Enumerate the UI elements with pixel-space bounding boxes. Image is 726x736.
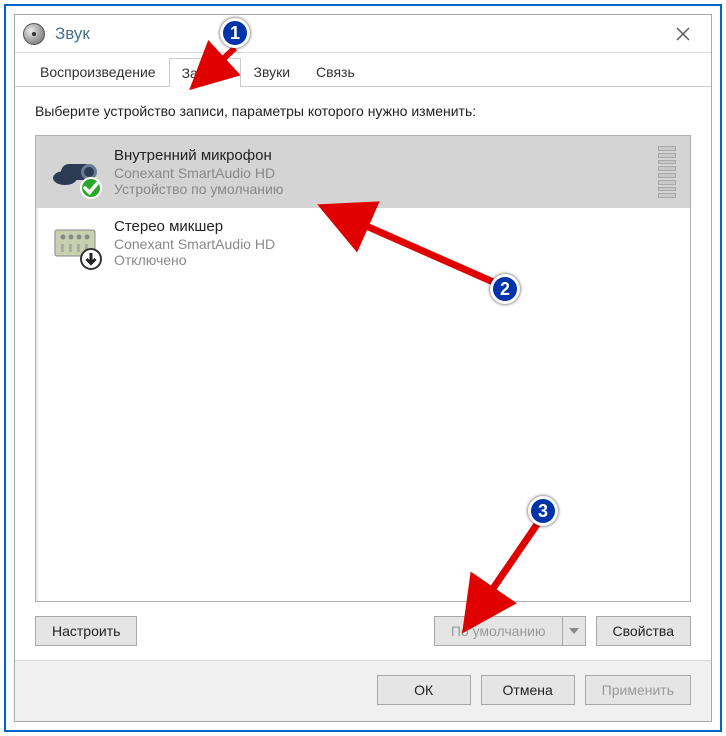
ok-button[interactable]: ОК	[377, 675, 471, 705]
sound-dialog: Звук Воспроизведение Запись Звуки Связь …	[14, 14, 712, 722]
cancel-button[interactable]: Отмена	[481, 675, 575, 705]
tab-communications[interactable]: Связь	[303, 57, 368, 86]
arrow-down-icon	[80, 248, 102, 270]
tab-playback[interactable]: Воспроизведение	[27, 57, 169, 86]
screenshot-frame: Звук Воспроизведение Запись Звуки Связь …	[4, 4, 722, 732]
mixer-icon	[50, 218, 100, 268]
check-icon	[80, 177, 102, 199]
properties-button[interactable]: Свойства	[596, 616, 691, 646]
annotation-arrow-1	[180, 40, 250, 100]
device-text: Внутренний микрофон Conexant SmartAudio …	[114, 147, 644, 197]
annotation-arrow-2	[320, 200, 520, 300]
tab-content: Выберите устройство записи, параметры ко…	[15, 87, 711, 660]
microphone-icon	[50, 147, 100, 197]
level-meter	[658, 146, 676, 198]
close-button[interactable]	[663, 19, 703, 49]
titlebar: Звук	[15, 15, 711, 53]
device-item-internal-mic[interactable]: Внутренний микрофон Conexant SmartAudio …	[36, 136, 690, 208]
configure-button[interactable]: Настроить	[35, 616, 137, 646]
device-status: Устройство по умолчанию	[114, 181, 644, 197]
dialog-buttons: ОК Отмена Применить	[15, 660, 711, 721]
device-name: Внутренний микрофон	[114, 147, 644, 164]
speaker-icon	[23, 23, 45, 45]
window-title: Звук	[55, 24, 90, 44]
annotation-arrow-3	[460, 510, 580, 640]
device-driver: Conexant SmartAudio HD	[114, 165, 644, 181]
bottom-buttons: Настроить По умолчанию Свойства	[35, 616, 691, 646]
apply-button[interactable]: Применить	[585, 675, 691, 705]
instruction-text: Выберите устройство записи, параметры ко…	[35, 103, 691, 119]
tab-strip: Воспроизведение Запись Звуки Связь	[15, 57, 711, 87]
